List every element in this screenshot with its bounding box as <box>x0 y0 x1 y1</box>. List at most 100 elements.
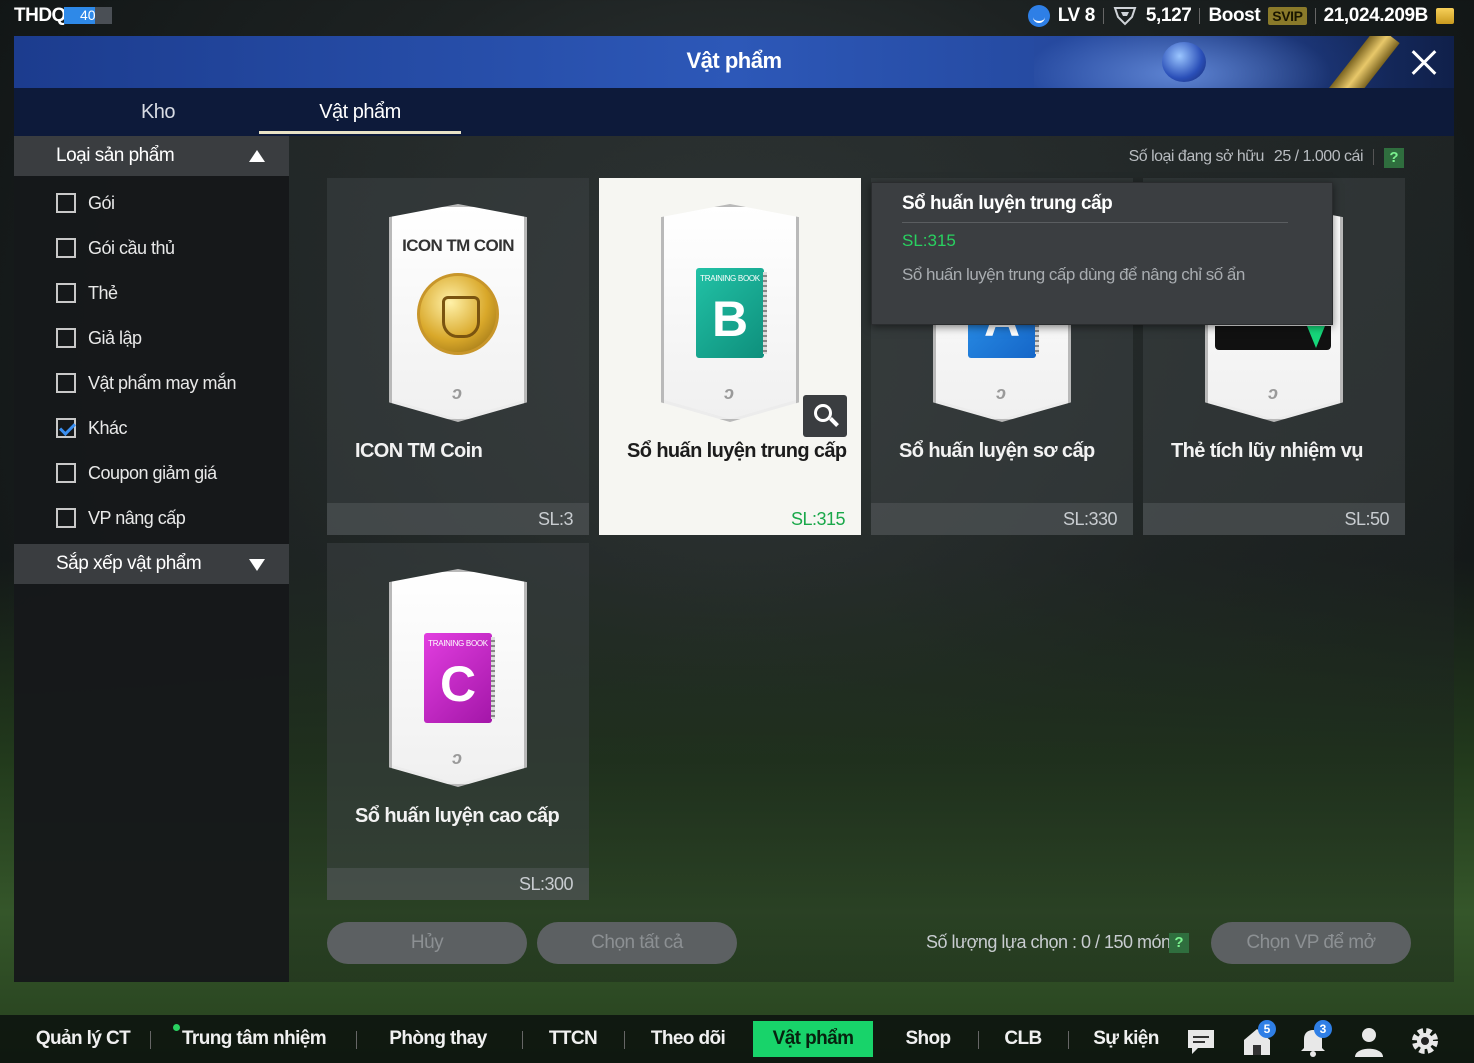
level-progress-bar: 40 <box>64 7 112 24</box>
filter-option-gia-lap[interactable]: Giả lập <box>56 323 142 353</box>
currency-icon <box>1436 8 1454 24</box>
nav-quan-ly-ct[interactable]: Quản lý CT <box>30 1021 136 1057</box>
item-name: Sổ huấn luyện trung cấp <box>627 440 847 462</box>
currency-amount: 21,024.209B <box>1323 5 1429 26</box>
book-label: TRAINING BOOK <box>428 639 488 648</box>
item-quantity: SL:315 <box>790 509 846 529</box>
filter-option-khac[interactable]: Khác <box>56 413 128 443</box>
fc-logo-icon: ↄ <box>451 383 462 403</box>
tooltip-title: Sổ huấn luyện trung cấp <box>902 193 1113 214</box>
filter-label: Giả lập <box>88 327 142 348</box>
checkbox[interactable] <box>56 238 76 258</box>
book-letter: B <box>711 291 749 347</box>
collapse-arrow-icon <box>249 150 265 162</box>
filter-option-vp-nang-cap[interactable]: VP nâng cấp <box>56 503 186 533</box>
item-quantity: SL:3 <box>537 509 574 529</box>
tab-bar: Kho Vật phẩm <box>14 88 1454 136</box>
item-name: Sổ huấn luyện sơ cấp <box>899 440 1095 462</box>
book-letter: C <box>439 656 477 712</box>
notification-button[interactable]: 3 <box>1296 1020 1332 1058</box>
fc-logo-icon: ↄ <box>995 383 1006 403</box>
checkbox[interactable] <box>56 463 76 483</box>
filter-option-the[interactable]: Thẻ <box>56 278 118 308</box>
owned-label: Số loại đang sở hữu <box>1128 148 1265 165</box>
item-card-so-huan-luyen-cao-cap[interactable]: TRAINING BOOK C ↄ Sổ huấn luyện cao cấp … <box>327 543 589 900</box>
sort-title: Sắp xếp vật phẩm <box>56 553 202 574</box>
filter-label: Khác <box>88 417 128 438</box>
tab-kho[interactable]: Kho <box>54 88 262 136</box>
nav-phong-thay-do[interactable]: Phòng thay đồ <box>376 1021 500 1057</box>
gear-icon[interactable] <box>1408 1024 1442 1058</box>
item-tooltip: Sổ huấn luyện trung cấp SL:315 Sổ huấn l… <box>871 182 1333 325</box>
filter-category-title: Loại sản phẩm <box>56 145 175 166</box>
item-name: Sổ huấn luyện cao cấp <box>355 805 560 827</box>
item-name: ICON TM Coin <box>355 440 483 462</box>
home-button[interactable]: 5 <box>1240 1020 1276 1058</box>
filter-option-goi-cau-thu[interactable]: Gói cầu thủ <box>56 233 175 263</box>
select-all-button[interactable]: Chọn tất cả <box>537 922 737 964</box>
tooltip-quantity: SL:315 <box>902 231 956 250</box>
window-title: Vật phẩm <box>686 48 782 73</box>
level-face-icon <box>1027 5 1050 27</box>
player-stats: LV 8 5,127 Boost SVIP 21,024.209B <box>1027 2 1454 30</box>
item-quantity: SL:330 <box>1062 509 1118 529</box>
owned-value: 25 / 1.000 cái <box>1273 148 1364 165</box>
zoom-button[interactable] <box>803 395 847 437</box>
filter-category-header[interactable]: Loại sản phẩm <box>14 136 289 176</box>
svip-badge: SVIP <box>1268 7 1307 25</box>
boost-label: Boost <box>1208 5 1261 26</box>
selection-help-icon[interactable]: ? <box>1169 933 1189 953</box>
filter-option-goi[interactable]: Gói <box>56 188 115 218</box>
item-quantity: SL:50 <box>1344 509 1389 529</box>
sort-header[interactable]: Sắp xếp vật phẩm <box>14 544 289 584</box>
filter-sidebar: Loại sản phẩm Gói Gói cầu thủ Thẻ Giả lậ… <box>14 136 289 982</box>
cancel-button[interactable]: Hủy <box>327 922 527 964</box>
expand-arrow-icon <box>249 559 265 571</box>
checkbox[interactable] <box>56 283 76 303</box>
nav-clb[interactable]: CLB <box>998 1021 1048 1057</box>
nav-ttcn[interactable]: TTCN <box>542 1021 604 1057</box>
checkbox-checked[interactable] <box>56 418 76 438</box>
gold-coin-icon <box>417 273 499 355</box>
filter-label: VP nâng cấp <box>88 507 186 528</box>
nav-shop[interactable]: Shop <box>898 1021 958 1057</box>
open-items-button[interactable]: Chọn VP để mở <box>1211 922 1411 964</box>
owned-count: Số loại đang sở hữu 25 / 1.000 cái <box>1129 148 1404 166</box>
item-quantity: SL:300 <box>518 874 574 894</box>
checkbox[interactable] <box>56 328 76 348</box>
filter-label: Vật phẩm may mắn <box>88 372 237 393</box>
profile-icon[interactable] <box>1352 1024 1386 1058</box>
window-header: Vật phẩm <box>14 36 1454 88</box>
fc-logo-icon: ↄ <box>1267 383 1278 403</box>
checkbox[interactable] <box>56 373 76 393</box>
close-icon[interactable] <box>1406 44 1442 80</box>
tab-vat-pham[interactable]: Vật phẩm <box>259 88 461 136</box>
mission-card-icon <box>1215 326 1331 350</box>
checkbox[interactable] <box>56 508 76 528</box>
nav-trung-tam-nhiem-vu[interactable]: Trung tâm nhiệm vụ <box>176 1021 332 1057</box>
item-card-so-huan-luyen-trung-cap[interactable]: TRAINING BOOK B ↄ Sổ huấn luyện trung cấ… <box>599 178 861 535</box>
filter-label: Thẻ <box>88 282 118 303</box>
status-bar: THDQ 40 LV 8 5,127 Boost SVIP 21,024.209… <box>0 0 1474 32</box>
help-icon[interactable]: ? <box>1384 148 1404 168</box>
checkbox[interactable] <box>56 193 76 213</box>
chat-icon[interactable] <box>1184 1024 1218 1058</box>
trophy-count: 5,127 <box>1145 5 1192 26</box>
training-book-c-icon: TRAINING BOOK C <box>424 633 495 723</box>
nav-su-kien[interactable]: Sự kiện <box>1088 1021 1164 1057</box>
filter-label: Gói <box>88 192 115 213</box>
fc-logo-icon: ↄ <box>451 748 462 768</box>
filter-label: Coupon giảm giá <box>88 462 217 483</box>
filter-option-coupon[interactable]: Coupon giảm giá <box>56 458 217 488</box>
filter-option-vat-pham-may-man[interactable]: Vật phẩm may mắn <box>56 368 237 398</box>
item-card-icon-tm-coin[interactable]: ICON TM COIN ↄ ICON TM Coin SL:3 <box>327 178 589 535</box>
level-number: 40 <box>80 7 96 23</box>
filter-label: Gói cầu thủ <box>88 237 175 258</box>
player-level: LV 8 <box>1057 5 1096 26</box>
book-label: TRAINING BOOK <box>700 274 760 283</box>
home-badge: 5 <box>1258 1020 1276 1038</box>
tooltip-description: Sổ huấn luyện trung cấp dùng để nâng chỉ… <box>902 265 1245 284</box>
nav-theo-doi[interactable]: Theo dõi <box>644 1021 732 1057</box>
training-book-b-icon: TRAINING BOOK B <box>696 268 767 358</box>
nav-vat-pham[interactable]: Vật phẩm <box>753 1021 873 1057</box>
